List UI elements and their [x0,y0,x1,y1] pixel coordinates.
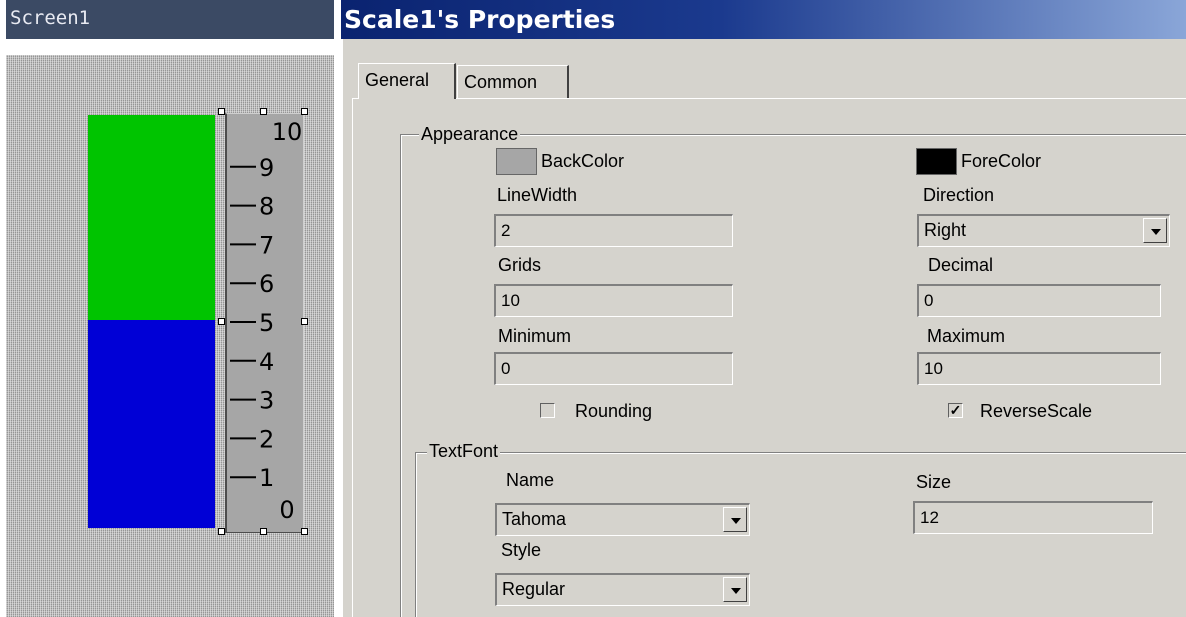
scale-tick-label: 9 [259,154,274,182]
grids-field[interactable]: 10 [494,284,733,317]
resize-handle-bottom-right[interactable] [301,528,308,535]
line-width-label: LineWidth [497,185,578,205]
scale-tick-label: 1 [259,464,274,492]
bar-lower-blue[interactable] [88,320,215,528]
chevron-down-icon[interactable] [1143,218,1167,243]
grids-label: Grids [498,255,542,275]
scale-tick-label: 5 [259,309,274,337]
scale-tick-label: 6 [259,270,274,298]
resize-handle-top-right[interactable] [301,108,308,115]
reverse-scale-checkbox[interactable]: ✓ [948,403,963,418]
resize-handle-middle-left[interactable] [218,318,225,325]
appearance-group-label: Appearance [419,124,521,144]
bar-upper-green[interactable] [88,115,215,320]
scale-tick-label: 4 [259,348,274,376]
direction-select[interactable]: Right [917,214,1170,247]
resize-handle-top-center[interactable] [260,108,267,115]
back-color-label: BackColor [541,151,625,171]
minimum-field[interactable]: 0 [494,352,733,385]
direction-value: Right [924,220,967,240]
font-name-value: Tahoma [502,509,567,529]
font-style-label: Style [501,540,542,560]
resize-handle-bottom-center[interactable] [260,528,267,535]
maximum-label: Maximum [927,326,1006,346]
font-size-label: Size [916,472,952,492]
scale-object[interactable]: 10 9 8 7 6 5 4 3 2 1 0 [225,113,304,533]
back-color-swatch[interactable] [496,148,537,175]
direction-label: Direction [923,185,995,205]
tab-general[interactable]: General [358,63,456,99]
fore-color-label: ForeColor [961,151,1042,171]
decimal-field[interactable]: 0 [917,284,1161,317]
fore-color-swatch[interactable] [916,148,957,175]
chevron-down-icon[interactable] [723,577,747,602]
font-size-field[interactable]: 12 [913,501,1153,534]
reverse-scale-label: ReverseScale [980,401,1093,421]
scale-tick-label: 10 [272,118,303,146]
maximum-field[interactable]: 10 [917,352,1161,385]
screen-panel: Screen1 10 9 8 7 6 5 4 3 2 1 0 [0,0,340,617]
scale-tick-label: 0 [279,496,294,524]
resize-handle-top-left[interactable] [218,108,225,115]
scale-graphic: 10 9 8 7 6 5 4 3 2 10 [230,118,303,524]
rounding-label: Rounding [575,401,653,421]
tab-common[interactable]: Common [457,65,569,99]
chevron-down-icon[interactable] [723,507,747,532]
resize-handle-middle-right[interactable] [301,318,308,325]
font-name-label: Name [506,470,555,490]
font-style-value: Regular [502,579,566,599]
scale-tick-label: 7 [259,231,274,259]
dialog-title: Scale1's Properties [341,0,1186,39]
scale-tick-label: 8 [259,193,274,221]
screen-title: Screen1 [6,0,334,39]
decimal-label: Decimal [928,255,994,275]
font-style-select[interactable]: Regular [495,573,750,606]
text-font-group-label: TextFont [427,441,501,461]
font-name-select[interactable]: Tahoma [495,503,750,536]
minimum-label: Minimum [498,326,572,346]
scale-tick-label: 2 [259,425,274,453]
resize-handle-bottom-left[interactable] [218,528,225,535]
scale-tick-label: 3 [259,387,274,415]
rounding-checkbox[interactable] [540,403,555,418]
line-width-field[interactable]: 2 [494,214,733,247]
